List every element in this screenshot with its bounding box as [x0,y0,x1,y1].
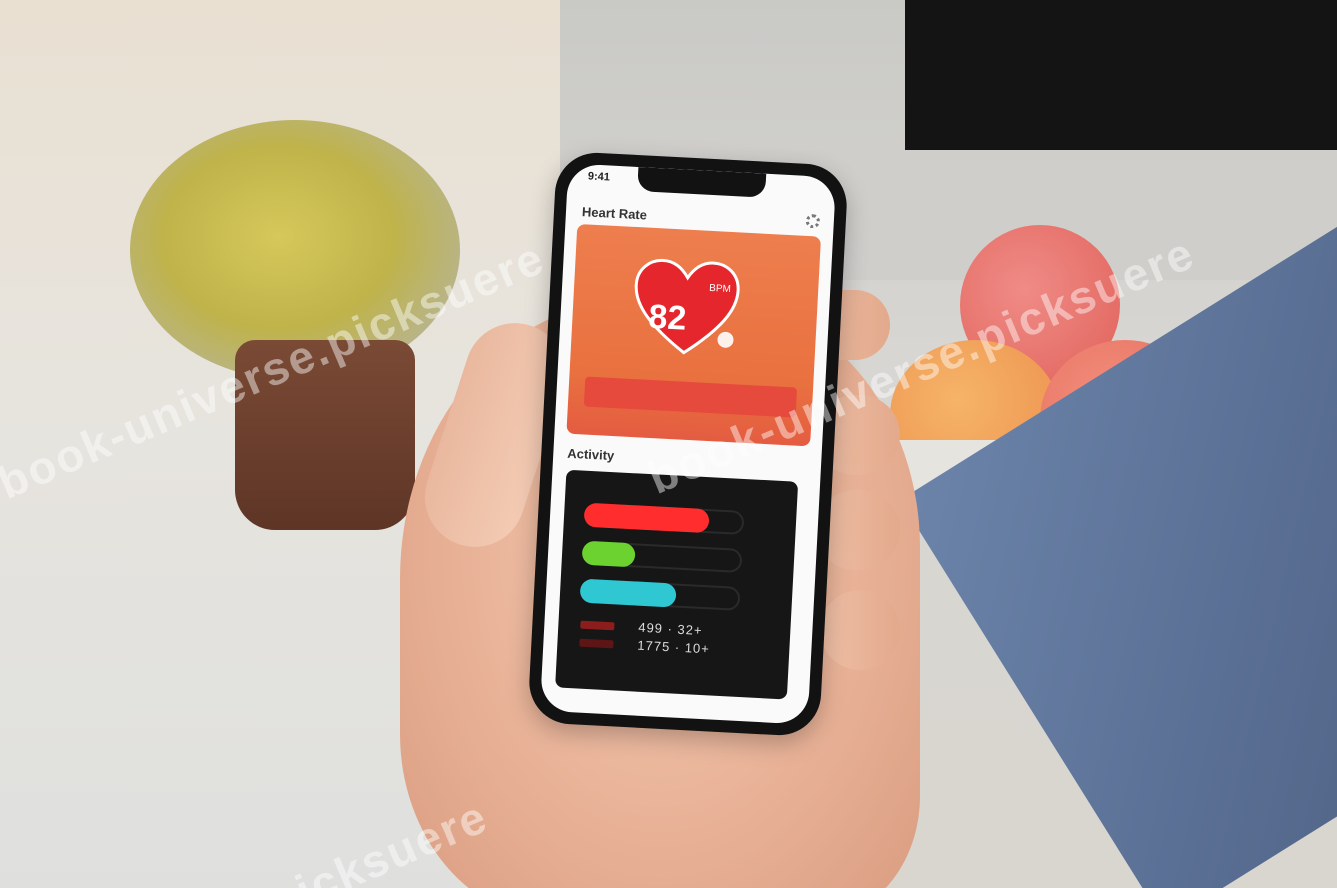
stat-swatch-1 [580,620,615,631]
photo-scene: 9:41 Heart Rate 82 BPM Activity 499 · 32… [0,0,1337,888]
exercise-ring-fill [581,540,636,568]
move-ring-fill [583,502,710,534]
activity-stat-2: 1775 · 10+ [637,637,711,657]
settings-gear-icon[interactable] [805,213,821,229]
activity-card[interactable]: 499 · 32+ 1775 · 10+ [555,469,799,700]
finger-4 [820,590,900,670]
stat-swatch-2 [579,638,614,649]
bpm-value: 82 [647,297,688,338]
dark-window [905,0,1337,170]
stand-ring-fill [579,578,677,608]
status-time: 9:41 [587,170,611,184]
activity-stat-1: 499 · 32+ [637,619,703,639]
bpm-unit: BPM [708,282,732,296]
activity-title: Activity [566,445,615,464]
phone-notch [637,167,767,198]
heart-rate-title: Heart Rate [581,204,648,223]
